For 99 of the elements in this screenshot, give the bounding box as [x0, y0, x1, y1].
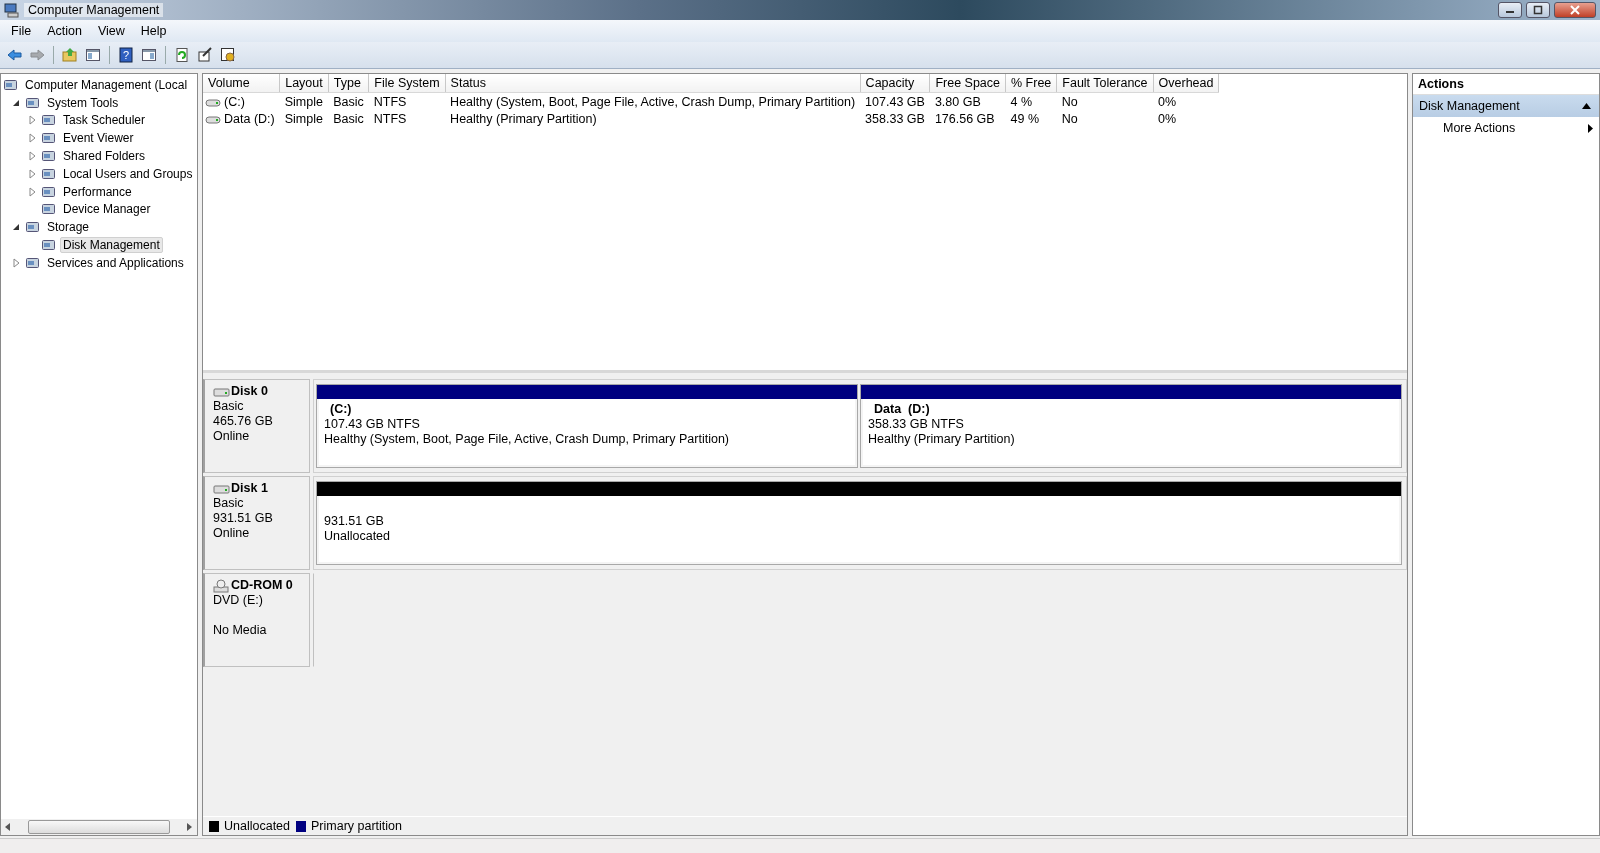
partition-size: 358.33 GB NTFS	[868, 417, 965, 432]
table-cell: No	[1061, 94, 1078, 109]
tree-item[interactable]: System Tools	[44, 94, 122, 111]
drive-icon	[205, 114, 221, 125]
column-header[interactable]: Layout	[279, 74, 329, 93]
disk-name: Disk 0	[231, 384, 268, 399]
action-section-header[interactable]: Disk Management	[1413, 95, 1599, 117]
partition-size: 931.51 GB	[324, 514, 385, 529]
collapsed-triangle-icon[interactable]	[27, 168, 37, 179]
section-title: Disk Management	[1419, 99, 1520, 113]
column-header[interactable]: % Free	[1005, 74, 1057, 93]
partition-status: Healthy (System, Boot, Page File, Active, Crash Dump, Primary Partition)	[324, 432, 730, 447]
disk-status: Online	[213, 429, 251, 444]
table-cell: Basic	[333, 111, 364, 126]
tree-item[interactable]: Shared Folders	[60, 148, 149, 165]
tree-item[interactable]: Disk Management	[60, 237, 163, 254]
settings-icon[interactable]	[218, 45, 238, 65]
menu-item[interactable]: Action	[39, 22, 90, 40]
table-cell: 4 %	[1010, 94, 1033, 109]
table-cell: 0%	[1158, 111, 1177, 126]
partition-status: Healthy (Primary Partition)	[868, 432, 1016, 447]
drive-icon	[205, 97, 221, 108]
legend-label: Unallocated	[224, 819, 290, 833]
legend-label: Primary partition	[311, 819, 402, 833]
table-cell: Simple	[284, 94, 323, 109]
column-header[interactable]: Fault Tolerance	[1056, 74, 1154, 93]
tree-item[interactable]: Task Scheduler	[60, 112, 149, 129]
table-cell: Healthy (System, Boot, Page File, Active, Crash Dump, Primary Partition)	[450, 94, 856, 109]
disk-status: No Media	[213, 623, 268, 638]
tree-item[interactable]: Storage	[44, 219, 93, 236]
disk-name: CD-ROM 0	[231, 578, 293, 593]
expanded-triangle-icon[interactable]	[11, 222, 21, 233]
properties-icon[interactable]	[195, 45, 215, 65]
table-cell: Data (D:)	[224, 111, 275, 126]
scroll-left-arrow-icon	[5, 823, 11, 831]
collapsed-triangle-icon[interactable]	[11, 257, 21, 268]
table-cell: NTFS	[373, 94, 407, 109]
table-cell: 358.33 GB	[865, 111, 925, 126]
tree-item[interactable]: Services and Applications	[44, 254, 187, 271]
maximize-icon	[1533, 5, 1543, 15]
table-cell: No	[1061, 111, 1078, 126]
disk-size: 465.76 GB	[213, 414, 274, 429]
close-icon	[1570, 5, 1580, 15]
table-cell: NTFS	[373, 111, 407, 126]
table-cell: Basic	[333, 94, 364, 109]
disk-size: 931.51 GB	[213, 511, 274, 526]
column-header[interactable]: File System	[368, 74, 446, 93]
action-label: More Actions	[1443, 121, 1516, 135]
table-cell: (C:)	[224, 94, 245, 109]
partition-label: Data (D:)	[873, 402, 931, 417]
disk-type: Basic	[213, 399, 245, 414]
collapsed-triangle-icon[interactable]	[27, 115, 37, 126]
table-cell: 0%	[1158, 94, 1177, 109]
column-header[interactable]: Free Space	[929, 74, 1006, 93]
close-button[interactable]	[1554, 2, 1596, 18]
action-item[interactable]: More Actions	[1413, 117, 1599, 139]
partition-status: Unallocated	[324, 529, 391, 544]
disk-type: Basic	[213, 496, 245, 511]
horizontal-scrollbar[interactable]	[1, 819, 197, 835]
table-cell: 176.56 GB	[934, 111, 995, 126]
partition-size: 107.43 GB NTFS	[324, 417, 421, 432]
submenu-arrow-icon	[1588, 123, 1593, 133]
menu-item[interactable]: Help	[132, 22, 175, 40]
tree-item[interactable]: Computer Management (Local	[22, 76, 191, 93]
collapsed-triangle-icon[interactable]	[27, 133, 37, 144]
table-cell: 3.80 GB	[934, 94, 981, 109]
partition-block[interactable]: 931.51 GB Unallocated	[316, 481, 1402, 565]
tree-item[interactable]: Device Manager	[60, 201, 154, 218]
tree-item[interactable]: Event Viewer	[60, 130, 137, 147]
disk-name: Disk 1	[231, 481, 268, 496]
scroll-right-arrow-icon	[187, 823, 193, 831]
window-title: Computer Management	[24, 3, 164, 17]
table-cell: Simple	[284, 111, 323, 126]
menu-item[interactable]: File	[3, 22, 40, 40]
partition-label: (C:)	[329, 402, 353, 417]
column-header[interactable]: Type	[328, 74, 369, 93]
collapsed-triangle-icon[interactable]	[27, 186, 37, 197]
tree-item[interactable]: Local Users and Groups	[60, 165, 196, 182]
partition-block[interactable]: (C:) 107.43 GB NTFS Healthy (System, Boot, Page File, Active, Crash Dump, Primary Partition)	[316, 384, 858, 468]
optical-drive-icon	[213, 578, 230, 593]
disk-type: DVD (E:)	[213, 593, 264, 608]
maximize-button[interactable]	[1526, 2, 1550, 18]
column-header[interactable]: Overhead	[1153, 74, 1219, 93]
table-cell: Healthy (Primary Partition)	[450, 111, 597, 126]
disk-status: Online	[213, 526, 251, 541]
disk-drive-icon	[213, 386, 230, 397]
table-cell: 107.43 GB	[865, 94, 925, 109]
menu-item[interactable]: View	[89, 22, 133, 40]
computer-icon	[4, 2, 20, 18]
column-header[interactable]: Volume	[203, 74, 280, 93]
column-header[interactable]: Status	[445, 74, 861, 93]
minimize-button[interactable]	[1498, 2, 1522, 18]
column-header[interactable]: Capacity	[860, 74, 930, 93]
disk-drive-icon	[213, 483, 230, 494]
tree-item[interactable]: Performance	[60, 183, 135, 200]
collapsed-triangle-icon[interactable]	[27, 151, 37, 162]
partition-block[interactable]: Data (D:) 358.33 GB NTFS Healthy (Primary Partition)	[860, 384, 1402, 468]
help-icon[interactable]: ?	[116, 45, 136, 65]
table-cell: 49 %	[1010, 111, 1039, 126]
